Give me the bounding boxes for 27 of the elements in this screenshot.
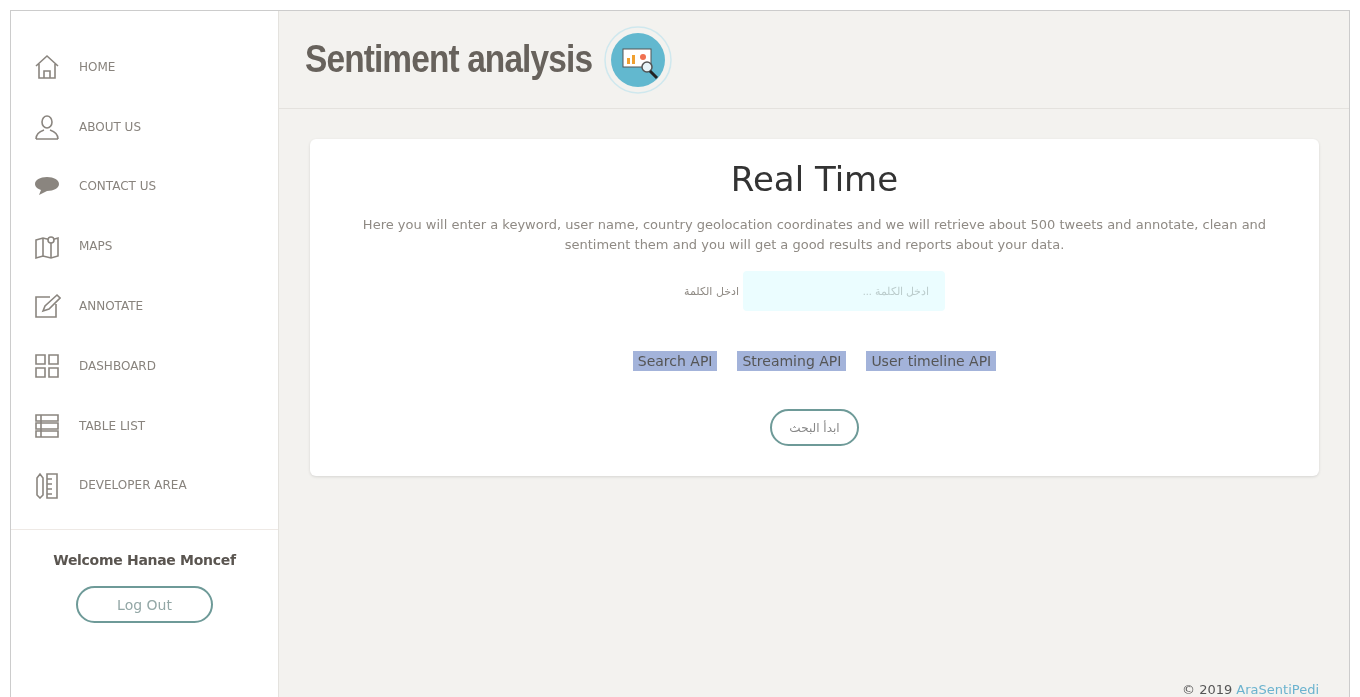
footer-link[interactable]: AraSentiPedi — [1236, 682, 1319, 697]
api-option[interactable]: User timeline API — [866, 351, 997, 371]
sidebar-item[interactable]: ANNOTATE — [11, 276, 278, 336]
welcome-text: Welcome Hanae Moncef — [52, 552, 238, 569]
house-icon — [33, 52, 61, 81]
sidebar-item[interactable]: TABLE LIST — [11, 395, 278, 456]
copyright-text: © 2019 — [1182, 682, 1234, 697]
sidebar-item[interactable]: MAPS — [11, 216, 278, 277]
logo-icon — [603, 24, 674, 95]
sidebar-item[interactable]: DEVELOPER AREA — [11, 455, 278, 516]
search-button[interactable]: ابدأ البحث — [770, 409, 859, 446]
app-title: Sentiment analysis — [305, 38, 593, 81]
description-text: Here you will enter a keyword, user name, country geolocation coordinates and we will retrieve about 500 tweets and annotate, clean and sentiment them and you will get a good results and reports about your data. — [361, 216, 1268, 254]
sidebar-item[interactable]: ABOUT US — [11, 96, 278, 157]
api-option[interactable]: Search API — [632, 351, 718, 371]
grid-icon — [33, 351, 61, 380]
list-icon — [33, 411, 61, 440]
person-icon — [33, 112, 61, 141]
sidebar-item[interactable]: CONTACT US — [11, 156, 278, 217]
field-label: ادخل الكلمة — [684, 284, 739, 298]
sidebar-item[interactable]: HOME — [11, 37, 278, 97]
pencil-ruler-icon — [33, 471, 61, 500]
logout-button[interactable]: Log Out — [76, 586, 213, 624]
pencil-icon — [33, 292, 61, 321]
sidebar-item[interactable]: DASHBOARD — [11, 336, 278, 396]
api-option[interactable]: Streaming API — [737, 351, 847, 371]
card-title: Real Time — [730, 159, 899, 199]
